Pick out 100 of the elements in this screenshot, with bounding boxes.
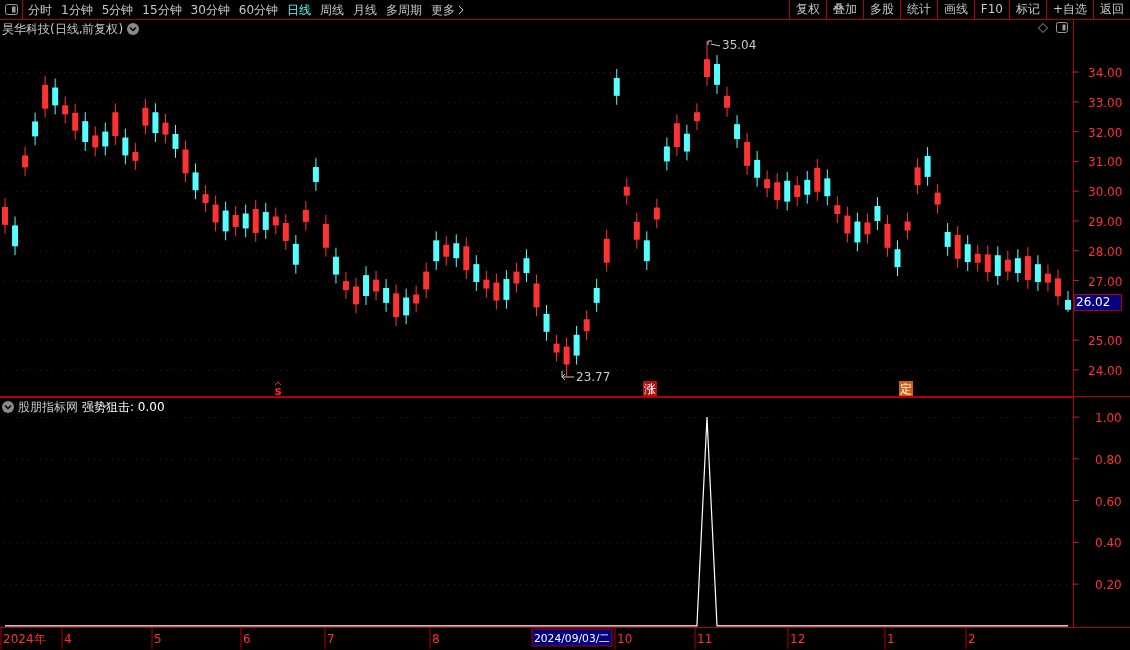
axis-tick-label: 0.40 [1095, 536, 1122, 551]
signal-badge: 涨 [643, 381, 657, 396]
axis-tick-label: 1.00 [1095, 411, 1122, 426]
candlestick [72, 103, 79, 141]
period-tab[interactable]: 60分钟 [238, 0, 279, 19]
axis-tick-label: 24.00 [1088, 363, 1123, 378]
axis-tick-label: 28.00 [1088, 244, 1123, 259]
candlestick [914, 157, 921, 195]
axis-tick-label: 29.00 [1088, 214, 1123, 229]
candlestick [944, 222, 951, 257]
date-axis-label: 4 [64, 632, 72, 646]
period-tab[interactable]: 月线 [353, 0, 378, 19]
panel-toggle-icon[interactable] [1056, 22, 1068, 33]
axis-tick-label: 31.00 [1088, 155, 1123, 170]
candlestick [834, 195, 841, 224]
toolbar-button[interactable]: 复权 [788, 0, 826, 19]
date-axis-label: 2 [968, 632, 976, 646]
period-tab[interactable]: 多周期 [386, 0, 423, 19]
date-axis-label: 11 [697, 632, 713, 646]
axis-tick-label: 25.00 [1088, 334, 1123, 349]
signal-label: s [274, 384, 282, 397]
period-tab[interactable]: 5分钟 [101, 0, 134, 19]
candlestick [1064, 290, 1071, 313]
candlestick [332, 247, 339, 285]
date-axis-label: 10 [617, 632, 633, 646]
toolbar-button[interactable]: 画线 [936, 0, 974, 19]
high-price-label: 35.04 [722, 38, 757, 52]
indicator-value: 强势狙击: 0.00 [82, 399, 165, 416]
cursor-date-label: 2024/09/03/二 [531, 628, 613, 647]
indicator-title: 股朋指标网 [18, 399, 78, 416]
date-axis-label: 5 [154, 632, 162, 646]
candlestick [884, 214, 891, 258]
date-axis-label: 12 [790, 632, 806, 646]
candlestick [854, 212, 861, 252]
candlestick [593, 278, 600, 313]
candlestick [583, 309, 590, 341]
toolbar-button[interactable]: 标记 [1008, 0, 1046, 19]
candlestick [393, 283, 400, 327]
chevron-down-icon[interactable] [127, 23, 140, 35]
chevron-down-icon[interactable] [2, 401, 14, 413]
toolbar-button[interactable]: 返回 [1093, 0, 1130, 19]
date-axis-label: 8 [432, 632, 440, 646]
chart-title: 昊华科技(日线,前复权) [2, 21, 124, 38]
candlestick [172, 124, 179, 159]
toolbar-button[interactable]: +自选 [1045, 0, 1093, 19]
candlestick [874, 196, 881, 231]
period-tab[interactable]: 15分钟 [142, 0, 182, 19]
toolbar-button[interactable]: F10 [973, 0, 1009, 19]
candlestick [132, 142, 139, 171]
pointer-icon [707, 40, 721, 47]
candlestick [563, 337, 570, 378]
candlestick [383, 278, 390, 313]
candlestick [1024, 246, 1031, 290]
candlestick [633, 212, 640, 250]
axis-tick-label: 0.80 [1095, 452, 1122, 467]
candlestick [864, 213, 871, 244]
date-axis-label: 6 [243, 632, 251, 646]
candlestick [533, 274, 540, 317]
current-price-label: 26.02 [1074, 294, 1122, 311]
candlestick [543, 304, 550, 342]
candlestick [62, 95, 69, 124]
candlestick [1014, 248, 1021, 283]
panel-toggle-icon[interactable] [4, 4, 18, 15]
period-tab[interactable]: 1分钟 [61, 0, 93, 19]
low-price-label: 23.77 [576, 370, 611, 384]
axis-tick-label: 32.00 [1088, 125, 1123, 140]
candlestick [142, 98, 149, 136]
candlestick [1004, 250, 1011, 282]
chevron-right-icon [458, 4, 465, 15]
candlestick [353, 277, 359, 314]
caret-icon [274, 381, 282, 386]
candlestick [693, 102, 700, 131]
toolbar-button[interactable]: 多股 [862, 0, 900, 19]
candlestick [192, 162, 199, 200]
axis-tick-label: 0.20 [1095, 578, 1122, 593]
candlestick [92, 126, 99, 157]
candlestick [282, 213, 289, 251]
period-tab[interactable]: 周线 [320, 0, 345, 19]
signal-badge: 定 [899, 381, 913, 396]
period-tab[interactable]: 分时 [28, 0, 52, 19]
candlestick [683, 124, 690, 161]
axis-tick-label: 33.00 [1088, 95, 1123, 110]
date-axis-label: 7 [327, 632, 335, 646]
candlestick [403, 288, 410, 325]
date-axis-label: 2024年 [3, 632, 46, 646]
date-axis-label: 1 [887, 632, 895, 646]
period-tab[interactable]: 更多 [431, 0, 465, 19]
candlestick [322, 214, 329, 258]
candlestick [984, 244, 991, 282]
axis-tick-label: 30.00 [1088, 185, 1123, 200]
candlestick [653, 198, 660, 229]
axis-tick-label: 27.00 [1088, 274, 1123, 289]
period-tab[interactable]: 日线 [287, 0, 312, 19]
toolbar-button[interactable]: 统计 [899, 0, 937, 19]
candlestick [122, 128, 129, 165]
candlestick [12, 215, 19, 256]
toolbar-button[interactable]: 叠加 [825, 0, 863, 19]
axis-tick-label: 0.60 [1095, 494, 1122, 509]
candlestick [974, 244, 981, 273]
period-tab[interactable]: 30分钟 [190, 0, 230, 19]
